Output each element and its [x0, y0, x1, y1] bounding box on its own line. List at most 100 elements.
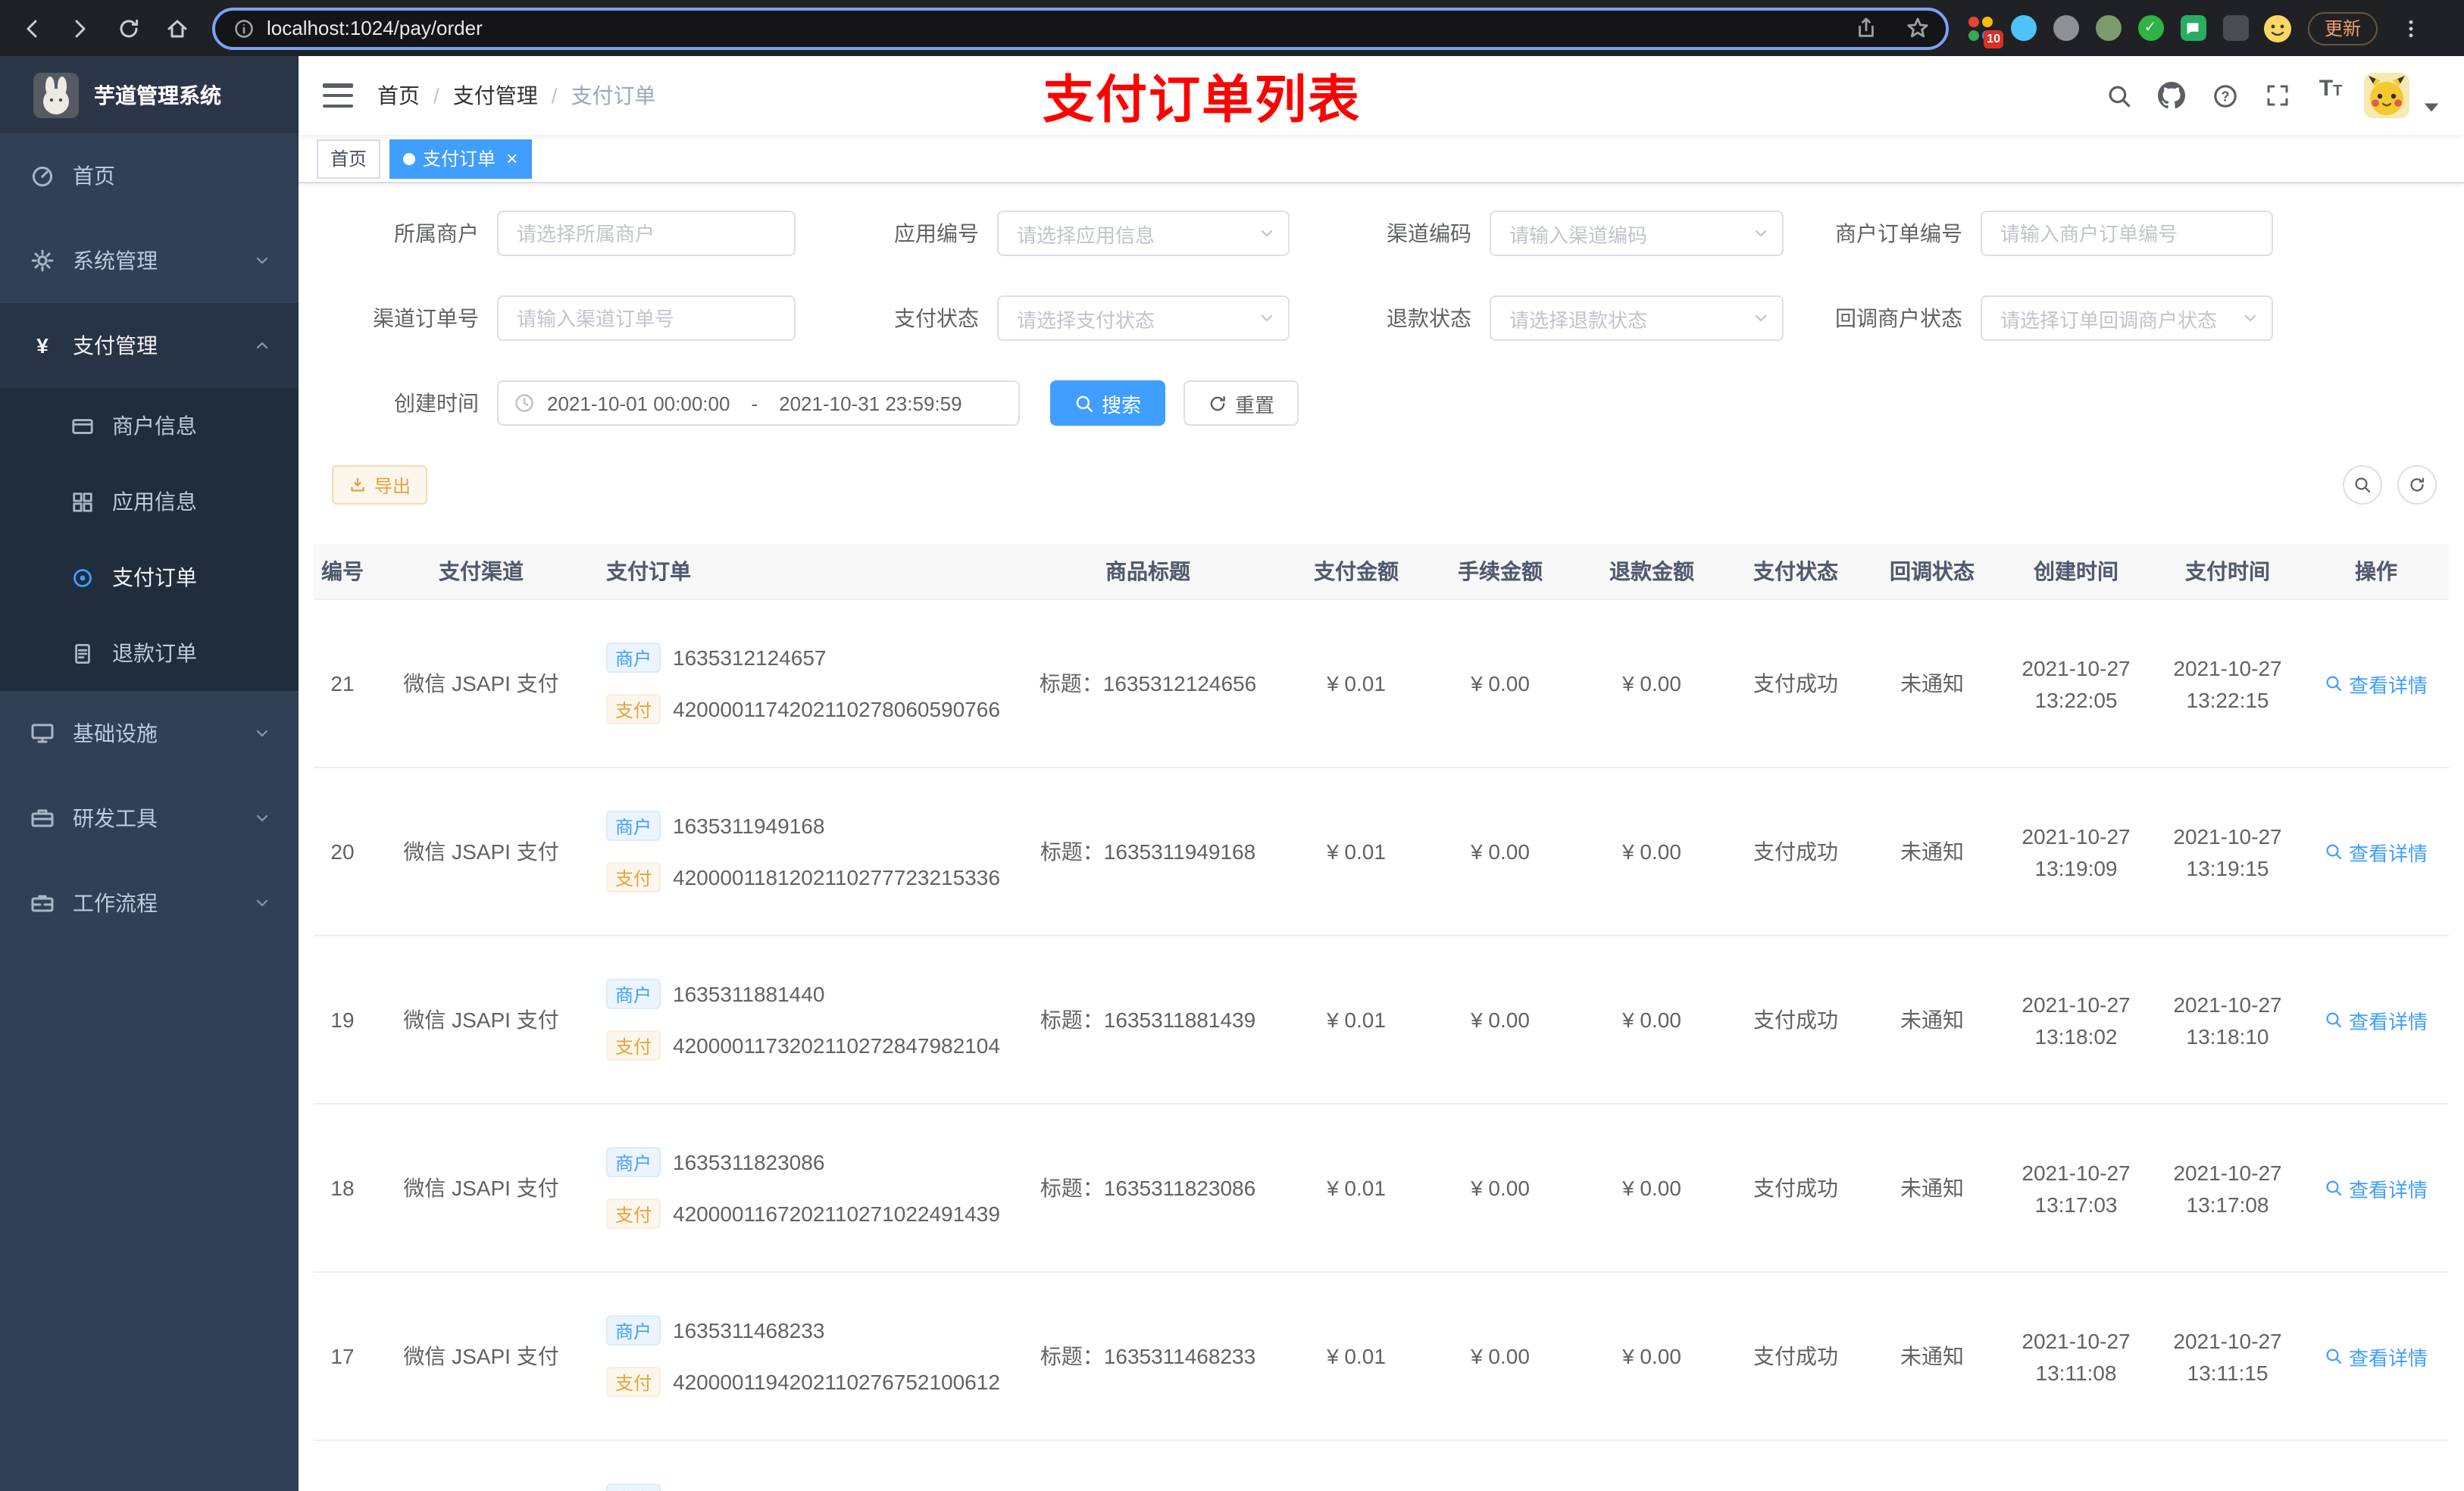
search-button[interactable]: 搜索	[1050, 380, 1166, 426]
reset-button[interactable]: 重置	[1184, 380, 1299, 426]
font-size-button[interactable]: TT	[2311, 76, 2350, 115]
channel-order-no: 4200001174202110278060590766	[673, 697, 1000, 721]
screen: localhost:1024/pay/order 10 ✓ 更新 芋道管理系统	[0, 0, 2464, 1491]
address-bar[interactable]: localhost:1024/pay/order	[212, 7, 1949, 49]
breadcrumb-payment[interactable]: 支付管理	[453, 80, 538, 111]
sidebar-item-pay-order[interactable]: 支付订单	[0, 539, 299, 615]
home-button[interactable]	[155, 5, 200, 51]
github-button[interactable]	[2152, 76, 2191, 115]
filter-label-create-time: 创建时间	[394, 391, 479, 415]
tab-home[interactable]: 首页	[317, 139, 381, 178]
cell-action: 查看详情	[2303, 1105, 2449, 1271]
merchant-order-no-input[interactable]	[1981, 211, 2273, 256]
sidebar-item-system[interactable]: 系统管理	[0, 218, 299, 303]
merchant-input[interactable]	[497, 211, 796, 256]
browser-menu-button[interactable]	[2388, 5, 2434, 51]
sidebar-item-payment[interactable]: ¥ 支付管理	[0, 303, 299, 388]
channel-code-select[interactable]: 请输入渠道编码	[1490, 211, 1784, 256]
view-detail-link[interactable]: 查看详情	[2325, 1005, 2428, 1034]
merchant-tag: 商户	[606, 811, 661, 841]
extension-icon-olive[interactable]	[2088, 10, 2128, 46]
cell-title: 标题：1635311881439	[1040, 1008, 1256, 1032]
merchant-tag: 商户	[606, 1315, 661, 1346]
info-icon	[235, 19, 253, 37]
header-cell: 手续金额	[1458, 559, 1543, 583]
reload-button[interactable]	[106, 5, 152, 51]
tab-close-icon[interactable]: ×	[506, 148, 518, 168]
extension-icon-gray[interactable]	[2046, 10, 2085, 46]
cell-channel: 微信 JSAPI 支付	[403, 839, 559, 864]
channel-order-no: 4200001194202110276752100612	[673, 1370, 1000, 1394]
breadcrumb: 首页 / 支付管理 / 支付订单	[377, 80, 656, 111]
app-no-select[interactable]: 请选择应用信息	[997, 211, 1290, 256]
breadcrumb-current: 支付订单	[571, 83, 656, 108]
sidebar-item-workflow[interactable]: 工作流程	[0, 861, 299, 946]
sidebar-item-merchant-info[interactable]: 商户信息	[0, 388, 299, 464]
filter-row: 所属商户 应用编号 请选择应用信息 渠道编码 请输入渠道编码 商户订单编号	[314, 211, 2449, 256]
toolbar-right	[2343, 465, 2437, 505]
view-detail-link[interactable]: 查看详情	[2325, 669, 2428, 698]
sidebar-item-home[interactable]: 首页	[0, 133, 299, 218]
refresh-table-button[interactable]	[2397, 465, 2437, 505]
chevron-down-icon	[1755, 314, 1767, 322]
cell-refund: ¥ 0.00	[1622, 1008, 1681, 1032]
search-icon	[2326, 1180, 2342, 1196]
extension-icon-chat[interactable]	[2173, 10, 2212, 46]
fullscreen-button[interactable]	[2258, 76, 2297, 115]
breadcrumb-home[interactable]: 首页	[377, 80, 420, 111]
extension-icon-colorful[interactable]: 10	[1961, 10, 2003, 48]
back-button[interactable]	[9, 5, 55, 51]
tab-pay-order[interactable]: 支付订单 ×	[389, 139, 532, 178]
forward-button[interactable]	[58, 5, 103, 51]
sidebar-item-dev-tools[interactable]: 研发工具	[0, 776, 299, 861]
view-detail-link[interactable]: 查看详情	[2325, 837, 2428, 866]
cell-notify: 未通知	[1900, 1344, 1964, 1368]
help-button[interactable]: ?	[2205, 76, 2244, 115]
toggle-search-button[interactable]	[2343, 465, 2382, 505]
user-avatar[interactable]	[2364, 73, 2409, 118]
toolbox-icon	[30, 806, 55, 830]
view-detail-link[interactable]: 查看详情	[2325, 1174, 2428, 1202]
sidebar-logo[interactable]: 芋道管理系统	[0, 56, 299, 133]
date-range-input[interactable]: 2021-10-01 00:00:00 - 2021-10-31 23:59:5…	[497, 380, 1020, 426]
cell-channel: 微信 JSAPI 支付	[403, 1176, 559, 1200]
bookmark-star-button[interactable]	[1897, 8, 1937, 48]
logo-avatar	[33, 72, 79, 117]
cell-created: 2021-10-27 13:18:02	[2022, 992, 2131, 1048]
date-start: 2021-10-01 00:00:00	[547, 392, 730, 414]
sidebar-item-app-info[interactable]: 应用信息	[0, 464, 299, 539]
extension-icon-dark[interactable]	[2215, 10, 2255, 46]
cell-id: 19	[330, 1008, 355, 1032]
extension-icon-check[interactable]: ✓	[2131, 10, 2170, 46]
chevron-down-icon	[256, 899, 268, 907]
export-button[interactable]: 导出	[332, 465, 428, 505]
select-placeholder: 请选择退款状态	[1509, 308, 1648, 331]
pay-status-select[interactable]: 请选择支付状态	[997, 295, 1290, 341]
profile-avatar-icon[interactable]	[2258, 10, 2297, 46]
refund-status-select[interactable]: 请选择退款状态	[1490, 295, 1784, 341]
browser-update-button[interactable]: 更新	[2308, 11, 2378, 45]
search-icon	[1076, 395, 1093, 411]
pay-tag: 支付	[606, 1367, 661, 1397]
pay-order-table: 编号 支付渠道 支付订单 商品标题 支付金额 手续金额 退款金额 支付状态 回调…	[314, 544, 2449, 1491]
notify-status-select[interactable]: 请选择订单回调商户状态	[1981, 295, 2273, 341]
extension-badge: 10	[1984, 30, 2003, 48]
avatar-caret-icon[interactable]	[2423, 102, 2440, 114]
sidebar-item-refund-order[interactable]: 退款订单	[0, 615, 299, 691]
sidebar-item-infrastructure[interactable]: 基础设施	[0, 691, 299, 776]
merchant-tag: 商户	[606, 1483, 661, 1491]
channel-order-no-input[interactable]	[497, 295, 796, 341]
pay-tag: 支付	[606, 862, 661, 892]
table-row: 18 微信 JSAPI 支付 商户 1635311823086 支付 4200001…	[314, 1105, 2449, 1273]
hamburger-button[interactable]	[323, 83, 353, 108]
share-button[interactable]	[1846, 8, 1885, 48]
cell-paid: 2021-10-27 13:17:08	[2173, 1160, 2282, 1216]
view-detail-link[interactable]: 查看详情	[2325, 1342, 2428, 1371]
select-placeholder: 请选择应用信息	[1017, 223, 1155, 246]
search-icon	[2326, 844, 2342, 860]
cell-channel	[371, 1441, 591, 1491]
content-area: 所属商户 应用编号 请选择应用信息 渠道编码 请输入渠道编码 商户订单编号	[299, 183, 2464, 1491]
extension-icon-drop[interactable]	[2003, 10, 2043, 46]
download-icon	[351, 477, 364, 492]
search-icon-button[interactable]	[2099, 76, 2138, 115]
